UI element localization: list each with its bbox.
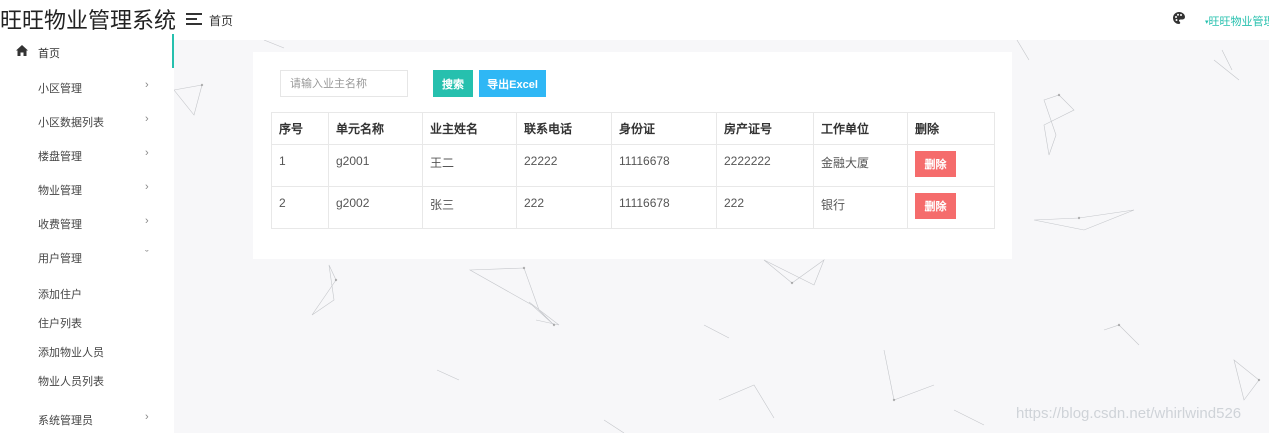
cell-owner: 王二: [422, 144, 517, 187]
user-menu-label: 旺旺物业管理: [1208, 16, 1269, 28]
watermark: https://blog.csdn.net/whirlwind526: [1016, 405, 1242, 422]
palette-icon[interactable]: [1172, 11, 1186, 25]
sidebar-item-label: 物业管理: [38, 185, 82, 197]
chevron-right-icon: ›: [145, 215, 149, 227]
chevron-right-icon: ›: [145, 181, 149, 193]
sidebar-subitem-resident-list[interactable]: 住户列表: [38, 315, 82, 331]
sidebar-item-fees[interactable]: 收费管理 ›: [0, 207, 174, 237]
app-title: 旺旺物业管理系统: [0, 8, 177, 33]
chevron-down-icon: ˇ: [145, 249, 149, 261]
cell-index: 2: [271, 186, 329, 229]
cell-phone: 22222: [516, 144, 612, 187]
sidebar-item-label: 收费管理: [38, 219, 82, 231]
table-row: 2 g2002 张三 222 11116678 222 银行 删除: [271, 186, 995, 229]
cell-deed: 222: [716, 186, 814, 229]
sidebar-item-admin[interactable]: 系统管理员 ›: [0, 403, 174, 433]
cell-unit: g2002: [328, 186, 423, 229]
cell-workplace: 金融大厦: [813, 144, 908, 187]
top-bar: 旺旺物业管理系统 首页 ▾旺旺物业管理: [0, 0, 1269, 40]
residents-table: 序号 单元名称 业主姓名 联系电话 身份证 房产证号 工作单位 删除 1 g20…: [271, 112, 995, 229]
cell-action: 删除: [907, 144, 995, 187]
sidebar-item-label: 系统管理员: [38, 415, 93, 427]
column-header: 工作单位: [813, 112, 908, 145]
user-menu[interactable]: ▾旺旺物业管理: [1205, 13, 1269, 29]
sidebar-item-property[interactable]: 物业管理 ›: [0, 173, 174, 203]
owner-search-input[interactable]: [280, 70, 408, 97]
column-header: 单元名称: [328, 112, 423, 145]
export-excel-button[interactable]: 导出Excel: [479, 70, 546, 97]
sidebar-item-users[interactable]: 用户管理 ˇ: [0, 241, 174, 271]
chevron-right-icon: ›: [145, 79, 149, 91]
sidebar-subitem-staff-list[interactable]: 物业人员列表: [38, 373, 104, 389]
sidebar-item-home[interactable]: 首页: [0, 34, 174, 68]
sidebar: 首页 小区管理 › 小区数据列表 › 楼盘管理 › 物业管理 › 收费管理 › …: [0, 34, 174, 433]
chevron-right-icon: ›: [145, 147, 149, 159]
delete-button[interactable]: 删除: [915, 193, 956, 219]
sidebar-subitem-add-resident[interactable]: 添加住户: [38, 286, 82, 302]
sidebar-item-label: 首页: [38, 48, 60, 60]
cell-id-card: 11116678: [611, 186, 717, 229]
sidebar-item-label: 楼盘管理: [38, 151, 82, 163]
column-header: 删除: [907, 112, 995, 145]
chevron-right-icon: ›: [145, 113, 149, 125]
cell-deed: 2222222: [716, 144, 814, 187]
cell-action: 删除: [907, 186, 995, 229]
column-header: 联系电话: [516, 112, 612, 145]
content-panel: 搜索 导出Excel 序号 单元名称 业主姓名 联系电话 身份证 房产证号 工作…: [253, 52, 1012, 259]
sidebar-item-community-data[interactable]: 小区数据列表 ›: [0, 105, 174, 135]
cell-phone: 222: [516, 186, 612, 229]
cell-index: 1: [271, 144, 329, 187]
sidebar-item-buildings[interactable]: 楼盘管理 ›: [0, 139, 174, 169]
home-icon: [16, 45, 28, 56]
sidebar-item-label: 小区管理: [38, 83, 82, 95]
table-header-row: 序号 单元名称 业主姓名 联系电话 身份证 房产证号 工作单位 删除: [271, 112, 995, 145]
cell-id-card: 11116678: [611, 144, 717, 187]
menu-icon[interactable]: [186, 13, 202, 27]
sidebar-item-label: 用户管理: [38, 253, 82, 265]
breadcrumb: 首页: [209, 14, 234, 28]
sidebar-item-label: 小区数据列表: [38, 117, 104, 129]
cell-owner: 张三: [422, 186, 517, 229]
sidebar-subitem-add-staff[interactable]: 添加物业人员: [38, 344, 104, 360]
chevron-right-icon: ›: [145, 411, 149, 423]
cell-unit: g2001: [328, 144, 423, 187]
delete-button[interactable]: 删除: [915, 151, 956, 177]
cell-workplace: 银行: [813, 186, 908, 229]
column-header: 业主姓名: [422, 112, 517, 145]
sidebar-item-community[interactable]: 小区管理 ›: [0, 71, 174, 101]
column-header: 序号: [271, 112, 329, 145]
table-row: 1 g2001 王二 22222 11116678 2222222 金融大厦 删…: [271, 144, 995, 187]
column-header: 身份证: [611, 112, 717, 145]
search-button[interactable]: 搜索: [433, 70, 473, 97]
column-header: 房产证号: [716, 112, 814, 145]
